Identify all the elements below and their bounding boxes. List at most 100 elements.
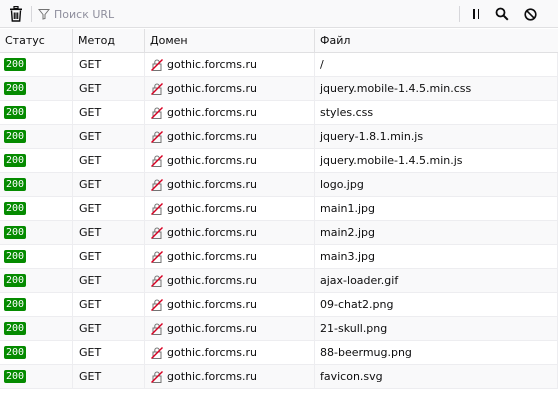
search-icon[interactable] bbox=[492, 4, 512, 24]
method-cell: GET bbox=[73, 125, 145, 148]
method-cell: GET bbox=[73, 101, 145, 124]
status-badge: 200 bbox=[4, 297, 27, 311]
domain-cell: gothic.forcms.ru bbox=[145, 245, 315, 268]
table-row[interactable]: 200 GET gothic.forcms.ru ajax-loader.gif bbox=[0, 269, 558, 293]
table-row[interactable]: 200 GET gothic.forcms.ru main1.jpg bbox=[0, 197, 558, 221]
insecure-lock-icon bbox=[151, 202, 163, 215]
column-header-file[interactable]: Файл bbox=[315, 29, 558, 52]
domain-cell: gothic.forcms.ru bbox=[145, 221, 315, 244]
method-cell: GET bbox=[73, 221, 145, 244]
table-row[interactable]: 200 GET gothic.forcms.ru logo.jpg bbox=[0, 173, 558, 197]
file-cell: main3.jpg bbox=[315, 245, 558, 268]
status-badge: 200 bbox=[4, 321, 27, 335]
column-header-method[interactable]: Метод bbox=[73, 29, 145, 52]
method-cell: GET bbox=[73, 269, 145, 292]
domain-cell: gothic.forcms.ru bbox=[145, 269, 315, 292]
domain-cell: gothic.forcms.ru bbox=[145, 173, 315, 196]
file-cell: 21-skull.png bbox=[315, 317, 558, 340]
table-row[interactable]: 200 GET gothic.forcms.ru favicon.svg bbox=[0, 365, 558, 389]
status-badge: 200 bbox=[4, 249, 27, 263]
status-cell: 200 bbox=[0, 269, 73, 292]
domain-text: gothic.forcms.ru bbox=[167, 322, 257, 335]
status-badge: 200 bbox=[4, 81, 27, 95]
method-cell: GET bbox=[73, 53, 145, 76]
block-icon[interactable] bbox=[520, 4, 540, 24]
domain-cell: gothic.forcms.ru bbox=[145, 197, 315, 220]
table-row[interactable]: 200 GET gothic.forcms.ru jquery-1.8.1.mi… bbox=[0, 125, 558, 149]
file-cell: 88-beermug.png bbox=[315, 341, 558, 364]
trash-icon[interactable] bbox=[6, 4, 26, 24]
domain-text: gothic.forcms.ru bbox=[167, 58, 257, 71]
table-row[interactable]: 200 GET gothic.forcms.ru jquery.mobile-1… bbox=[0, 149, 558, 173]
toolbar-separator bbox=[459, 6, 460, 22]
table-row[interactable]: 200 GET gothic.forcms.ru 88-beermug.png bbox=[0, 341, 558, 365]
domain-cell: gothic.forcms.ru bbox=[145, 341, 315, 364]
status-badge: 200 bbox=[4, 345, 27, 359]
insecure-lock-icon bbox=[151, 298, 163, 311]
domain-text: gothic.forcms.ru bbox=[167, 178, 257, 191]
domain-text: gothic.forcms.ru bbox=[167, 370, 257, 383]
table-row[interactable]: 200 GET gothic.forcms.ru main3.jpg bbox=[0, 245, 558, 269]
pause-icon[interactable] bbox=[466, 4, 486, 24]
domain-cell: gothic.forcms.ru bbox=[145, 77, 315, 100]
file-cell: logo.jpg bbox=[315, 173, 558, 196]
domain-text: gothic.forcms.ru bbox=[167, 82, 257, 95]
insecure-lock-icon bbox=[151, 130, 163, 143]
status-cell: 200 bbox=[0, 341, 73, 364]
insecure-lock-icon bbox=[151, 178, 163, 191]
status-cell: 200 bbox=[0, 245, 73, 268]
status-cell: 200 bbox=[0, 197, 73, 220]
domain-text: gothic.forcms.ru bbox=[167, 106, 257, 119]
column-header-domain[interactable]: Домен bbox=[145, 29, 315, 52]
table-row[interactable]: 200 GET gothic.forcms.ru jquery.mobile-1… bbox=[0, 77, 558, 101]
status-badge: 200 bbox=[4, 177, 27, 191]
status-cell: 200 bbox=[0, 221, 73, 244]
status-badge: 200 bbox=[4, 369, 27, 383]
domain-cell: gothic.forcms.ru bbox=[145, 365, 315, 388]
insecure-lock-icon bbox=[151, 226, 163, 239]
file-cell: ajax-loader.gif bbox=[315, 269, 558, 292]
status-cell: 200 bbox=[0, 101, 73, 124]
status-cell: 200 bbox=[0, 77, 73, 100]
table-row[interactable]: 200 GET gothic.forcms.ru main2.jpg bbox=[0, 221, 558, 245]
funnel-icon bbox=[38, 8, 50, 20]
status-badge: 200 bbox=[4, 225, 27, 239]
requests-table-header: Статус Метод Домен Файл bbox=[0, 29, 558, 53]
status-cell: 200 bbox=[0, 173, 73, 196]
status-badge: 200 bbox=[4, 201, 27, 215]
file-cell: 09-chat2.png bbox=[315, 293, 558, 316]
insecure-lock-icon bbox=[151, 106, 163, 119]
status-cell: 200 bbox=[0, 293, 73, 316]
method-cell: GET bbox=[73, 245, 145, 268]
insecure-lock-icon bbox=[151, 322, 163, 335]
table-row[interactable]: 200 GET gothic.forcms.ru 21-skull.png bbox=[0, 317, 558, 341]
domain-text: gothic.forcms.ru bbox=[167, 346, 257, 359]
insecure-lock-icon bbox=[151, 346, 163, 359]
column-header-status[interactable]: Статус bbox=[0, 29, 73, 52]
requests-table-body: 200 GET gothic.forcms.ru / 200 GET gothi… bbox=[0, 53, 558, 389]
file-cell: jquery-1.8.1.min.js bbox=[315, 125, 558, 148]
file-cell: / bbox=[315, 53, 558, 76]
table-row[interactable]: 200 GET gothic.forcms.ru styles.css bbox=[0, 101, 558, 125]
domain-cell: gothic.forcms.ru bbox=[145, 317, 315, 340]
table-row[interactable]: 200 GET gothic.forcms.ru 09-chat2.png bbox=[0, 293, 558, 317]
table-row[interactable]: 200 GET gothic.forcms.ru / bbox=[0, 53, 558, 77]
method-cell: GET bbox=[73, 365, 145, 388]
status-cell: 200 bbox=[0, 125, 73, 148]
domain-cell: gothic.forcms.ru bbox=[145, 101, 315, 124]
insecure-lock-icon bbox=[151, 82, 163, 95]
status-cell: 200 bbox=[0, 365, 73, 388]
domain-text: gothic.forcms.ru bbox=[167, 250, 257, 263]
method-cell: GET bbox=[73, 197, 145, 220]
method-cell: GET bbox=[73, 317, 145, 340]
filter-url-box[interactable] bbox=[38, 4, 448, 24]
insecure-lock-icon bbox=[151, 250, 163, 263]
status-cell: 200 bbox=[0, 149, 73, 172]
toolbar-separator bbox=[31, 6, 32, 22]
domain-cell: gothic.forcms.ru bbox=[145, 149, 315, 172]
insecure-lock-icon bbox=[151, 58, 163, 71]
file-cell: favicon.svg bbox=[315, 365, 558, 388]
filter-url-input[interactable] bbox=[50, 7, 434, 21]
status-cell: 200 bbox=[0, 53, 73, 76]
status-badge: 200 bbox=[4, 153, 27, 167]
